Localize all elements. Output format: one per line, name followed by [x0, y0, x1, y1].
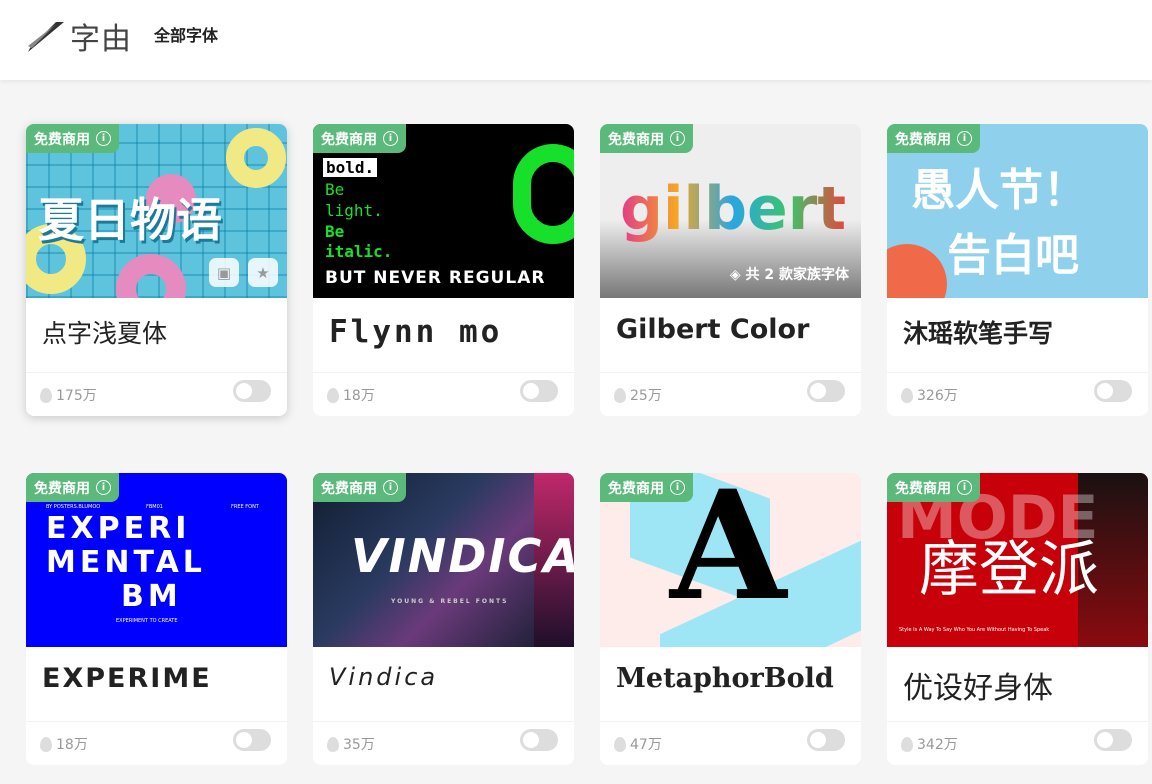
info-icon[interactable]: i — [957, 131, 972, 146]
flame-icon — [614, 387, 626, 403]
flame-icon — [40, 736, 52, 752]
free-commercial-badge: 免费商用 i — [313, 124, 406, 153]
popularity-count: 18万 — [56, 737, 88, 753]
top-header: 字由 全部字体 — [0, 0, 1152, 80]
preview-text: MENTAL — [46, 545, 206, 580]
free-commercial-badge: 免费商用 i — [600, 473, 693, 502]
font-card[interactable]: A 免费商用 i MetaphorBold 47万 — [600, 473, 861, 765]
popularity-count: 326万 — [917, 388, 958, 404]
font-name[interactable]: Flynn mo — [329, 314, 569, 350]
font-name[interactable]: 点字浅夏体 — [42, 314, 282, 350]
popularity-count: 175万 — [56, 388, 97, 404]
font-card[interactable]: gilbert ◈ 共 2 款家族字体 免费商用 i Gilbert Color … — [600, 124, 861, 416]
font-family-note: ◈ 共 2 款家族字体 — [729, 267, 849, 283]
free-commercial-badge: 免费商用 i — [26, 124, 119, 153]
free-commercial-badge: 免费商用 i — [26, 473, 119, 502]
preview-text: 愚人节！ — [911, 165, 1087, 216]
flame-icon — [614, 736, 626, 752]
info-icon[interactable]: i — [383, 131, 398, 146]
add-to-folder-icon[interactable]: ▣ — [209, 258, 239, 287]
popularity-count: 342万 — [917, 737, 958, 753]
preview-text: FREE FONT — [231, 504, 259, 510]
preview-text: 告白吧 — [947, 230, 1079, 281]
popularity-count: 35万 — [343, 737, 375, 753]
preview-text: Style Is A Way To Say Who You Are Withou… — [899, 627, 1050, 633]
logo-text: 字由 — [70, 22, 132, 57]
font-name[interactable]: MetaphorBold — [616, 663, 856, 694]
preview-toggle[interactable] — [520, 380, 558, 402]
preview-toggle[interactable] — [807, 729, 845, 751]
font-name[interactable]: 优设好身体 — [903, 663, 1143, 707]
preview-text: BM — [121, 579, 182, 614]
popularity-count: 47万 — [630, 737, 662, 753]
font-name[interactable]: 沐瑶软笔手写 — [903, 314, 1143, 350]
font-card[interactable]: MODE 摩登派 Style Is A Way To Say Who You A… — [887, 473, 1148, 765]
free-commercial-badge: 免费商用 i — [313, 473, 406, 502]
popularity-count: 18万 — [343, 388, 375, 404]
preview-toggle[interactable] — [520, 729, 558, 751]
free-commercial-badge: 免费商用 i — [600, 124, 693, 153]
popularity-count: 25万 — [630, 388, 662, 404]
info-icon[interactable]: i — [96, 131, 111, 146]
preview-text: 摩登派 — [919, 535, 1099, 605]
font-card[interactable]: 愚人节！ 告白吧 免费商用 i 沐瑶软笔手写 326万 — [887, 124, 1148, 416]
font-name[interactable]: Vindica — [329, 663, 569, 691]
nav-all-fonts[interactable]: 全部字体 — [154, 22, 218, 46]
font-name[interactable]: EXPERIME — [42, 663, 282, 694]
preview-text: gilbert — [620, 174, 846, 244]
flame-icon — [901, 387, 913, 403]
font-card[interactable]: bold. Be light. Be italic. BUT NEVER REG… — [313, 124, 574, 416]
preview-text: BY POSTERS.BLUMOO — [46, 504, 101, 510]
font-card[interactable]: VINDICA YOUNG & REBEL FONTS 免费商用 i Vindic… — [313, 473, 574, 765]
info-icon[interactable]: i — [96, 480, 111, 495]
preview-toggle[interactable] — [233, 729, 271, 751]
preview-text: EXPERIMENT TO CREATE — [116, 618, 178, 624]
preview-text: EXPERI — [46, 511, 191, 546]
star-icon[interactable]: ★ — [248, 258, 278, 287]
flame-icon — [901, 736, 913, 752]
preview-text: YOUNG & REBEL FONTS — [391, 598, 509, 605]
free-commercial-badge: 免费商用 i — [887, 124, 980, 153]
preview-text: light. — [325, 201, 383, 220]
preview-toggle[interactable] — [807, 380, 845, 402]
font-card[interactable]: 夏日物语 ▣ ★ 免费商用 i 点字浅夏体 175万 — [26, 124, 287, 416]
preview-text: VINDICA — [351, 529, 574, 583]
brush-logo-icon — [26, 18, 66, 54]
flame-icon — [327, 387, 339, 403]
preview-text: BUT NEVER REGULAR — [325, 268, 546, 288]
preview-toggle[interactable] — [1094, 380, 1132, 402]
preview-text: Be — [325, 180, 345, 199]
preview-text: bold. — [323, 158, 378, 177]
flame-icon — [327, 736, 339, 752]
preview-toggle[interactable] — [1094, 729, 1132, 751]
info-icon[interactable]: i — [383, 480, 398, 495]
flame-icon — [40, 387, 52, 403]
info-icon[interactable]: i — [957, 480, 972, 495]
preview-toggle[interactable] — [233, 380, 271, 402]
info-icon[interactable]: i — [670, 131, 685, 146]
preview-text: Be — [325, 222, 345, 241]
free-commercial-badge: 免费商用 i — [887, 473, 980, 502]
preview-text: 夏日物语 — [38, 193, 222, 247]
font-card[interactable]: BY POSTERS.BLUMOO FBM01 FREE FONT EXPERI… — [26, 473, 287, 765]
preview-text: italic. — [325, 242, 393, 261]
preview-text: FBM01 — [146, 504, 163, 510]
layers-icon: ◈ — [729, 267, 746, 283]
info-icon[interactable]: i — [670, 480, 685, 495]
font-name[interactable]: Gilbert Color — [616, 314, 856, 345]
logo[interactable]: 字由 — [26, 14, 132, 58]
